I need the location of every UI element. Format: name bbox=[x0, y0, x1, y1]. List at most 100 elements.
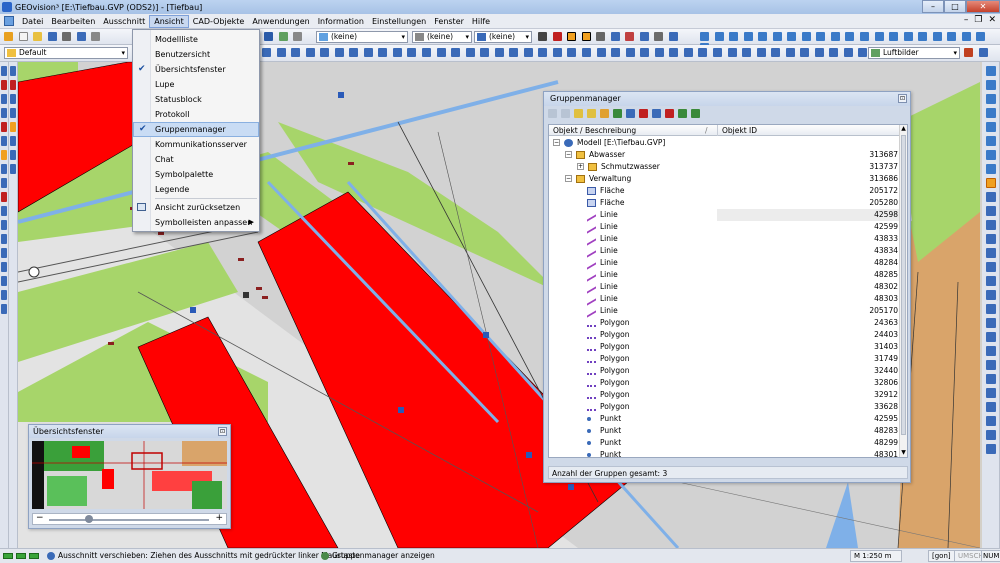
frame-icon[interactable] bbox=[567, 32, 577, 41]
cad-tool-icon[interactable] bbox=[727, 48, 737, 57]
tool-icon[interactable] bbox=[1, 262, 7, 272]
menu-cad-objekte[interactable]: CAD-Objekte bbox=[189, 16, 249, 27]
cad-tool-icon[interactable] bbox=[436, 48, 446, 57]
zoom-icon[interactable] bbox=[889, 32, 899, 41]
zoom-icon[interactable] bbox=[932, 32, 942, 41]
table-row[interactable]: Linie 48284 bbox=[549, 256, 899, 270]
tool-icon[interactable] bbox=[985, 374, 996, 384]
zoom-track[interactable] bbox=[49, 519, 209, 521]
scroll-down-icon[interactable]: ▼ bbox=[900, 449, 907, 457]
cad-tool-icon[interactable] bbox=[596, 48, 606, 57]
zoom-icon[interactable] bbox=[947, 32, 957, 41]
cad-tool-icon[interactable] bbox=[843, 48, 853, 57]
tool-icon[interactable] bbox=[1, 164, 7, 174]
group-icon[interactable] bbox=[626, 109, 635, 118]
cad-tool-icon[interactable] bbox=[291, 48, 301, 57]
line-tool-icon[interactable] bbox=[538, 32, 547, 41]
delete-icon[interactable] bbox=[552, 32, 562, 41]
overview-map[interactable] bbox=[32, 441, 227, 509]
cad-tool-icon[interactable] bbox=[552, 48, 562, 57]
tool-icon[interactable] bbox=[1, 234, 7, 244]
expand-toggle-icon[interactable]: + bbox=[577, 163, 584, 170]
folder-icon[interactable] bbox=[574, 109, 583, 118]
menu-item-statusblock[interactable]: Statusblock bbox=[133, 92, 259, 107]
tool-icon[interactable] bbox=[654, 32, 664, 41]
cad-tool-icon[interactable] bbox=[262, 48, 271, 57]
expand-toggle-icon[interactable]: − bbox=[565, 175, 572, 182]
table-row[interactable]: Linie 43833 bbox=[549, 232, 899, 246]
menu-item-modellliste[interactable]: Modellliste bbox=[133, 32, 259, 47]
tool-icon[interactable] bbox=[1, 276, 7, 286]
zoom-icon[interactable] bbox=[830, 32, 840, 41]
zoom-icon[interactable] bbox=[743, 32, 753, 41]
zoom-icon[interactable] bbox=[758, 32, 768, 41]
table-row[interactable]: Linie 48303 bbox=[549, 292, 899, 306]
tree-node[interactable]: − Abwasser 313687 bbox=[549, 149, 899, 161]
table-row[interactable]: Linie 48285 bbox=[549, 268, 899, 282]
menu-information[interactable]: Information bbox=[314, 16, 368, 27]
menu-fenster[interactable]: Fenster bbox=[430, 16, 468, 27]
tool-icon[interactable] bbox=[1, 220, 7, 230]
tool-icon[interactable] bbox=[985, 304, 996, 314]
tool-icon[interactable] bbox=[985, 234, 996, 244]
column-header-id[interactable]: Objekt ID bbox=[717, 125, 757, 136]
cad-tool-icon[interactable] bbox=[363, 48, 373, 57]
tool-icon[interactable] bbox=[985, 430, 996, 440]
menu-item-übersichtsfenster[interactable]: ✔ Übersichtsfenster bbox=[133, 62, 259, 77]
map-tool-icon[interactable] bbox=[964, 48, 973, 57]
table-row[interactable]: Polygon 32912 bbox=[549, 389, 899, 401]
tool-icon[interactable] bbox=[985, 220, 996, 230]
zoom-in-button[interactable]: + bbox=[215, 513, 223, 523]
cad-tool-icon[interactable] bbox=[509, 48, 519, 57]
table-row[interactable]: Polygon 31403 bbox=[549, 341, 899, 353]
tool-icon[interactable] bbox=[1, 178, 7, 188]
tool-icon[interactable] bbox=[10, 136, 16, 146]
cad-tool-icon[interactable] bbox=[320, 48, 330, 57]
cad-tool-icon[interactable] bbox=[698, 48, 708, 57]
zoom-icon[interactable] bbox=[976, 32, 986, 41]
group-manager-close-button[interactable]: ⊡ bbox=[898, 94, 907, 103]
tool-icon[interactable] bbox=[985, 318, 996, 328]
zoom-icon[interactable] bbox=[985, 164, 996, 174]
measure-icon[interactable] bbox=[596, 32, 606, 41]
grid-scrollbar[interactable]: ▲ ▼ bbox=[899, 125, 907, 457]
zoom-icon[interactable] bbox=[801, 32, 811, 41]
tool-icon[interactable] bbox=[985, 444, 996, 454]
menu-anwendungen[interactable]: Anwendungen bbox=[248, 16, 313, 27]
pencil-icon[interactable] bbox=[4, 32, 13, 41]
group-manager-title[interactable]: Gruppenmanager bbox=[544, 92, 910, 106]
cad-tool-icon[interactable] bbox=[378, 48, 388, 57]
cad-tool-icon[interactable] bbox=[392, 48, 402, 57]
zoom-thumb[interactable] bbox=[85, 515, 93, 523]
cad-tool-icon[interactable] bbox=[422, 48, 432, 57]
cad-tool-icon[interactable] bbox=[654, 48, 664, 57]
table-row[interactable]: Polygon 32440 bbox=[549, 365, 899, 377]
zoom-icon[interactable] bbox=[903, 32, 913, 41]
menu-item-symbolleisten-anpassen[interactable]: Symbolleisten anpassen ▶ bbox=[133, 215, 259, 230]
table-row[interactable]: Fläche 205280 bbox=[549, 197, 899, 209]
zoom-icon[interactable] bbox=[985, 122, 996, 132]
export-icon[interactable] bbox=[613, 109, 622, 118]
tool-icon[interactable] bbox=[1, 304, 7, 314]
tool-icon[interactable] bbox=[985, 360, 996, 370]
cad-tool-icon[interactable] bbox=[800, 48, 810, 57]
menu-einstellungen[interactable]: Einstellungen bbox=[368, 16, 430, 27]
table-row[interactable]: Linie 48302 bbox=[549, 280, 899, 294]
menu-item-ansicht-zurücksetzen[interactable]: Ansicht zurücksetzen bbox=[133, 200, 259, 215]
table-row[interactable]: Fläche 205172 bbox=[549, 185, 899, 197]
zoom-icon[interactable] bbox=[729, 32, 739, 41]
frame-fill-icon[interactable] bbox=[581, 32, 591, 41]
zoom-icon[interactable] bbox=[860, 32, 870, 41]
zoom-icon[interactable] bbox=[985, 94, 996, 104]
forward-icon[interactable] bbox=[561, 109, 570, 118]
zoom-icon[interactable] bbox=[845, 32, 855, 41]
cad-tool-icon[interactable] bbox=[582, 48, 592, 57]
expand-toggle-icon[interactable]: − bbox=[565, 151, 572, 158]
overview-title[interactable]: Übersichtsfenster bbox=[29, 425, 230, 438]
remove-icon[interactable] bbox=[665, 109, 674, 118]
background-combo[interactable]: Luftbilder bbox=[868, 47, 960, 59]
style-combo[interactable]: Default bbox=[4, 47, 128, 59]
maximize-button[interactable]: □ bbox=[944, 0, 966, 13]
tool-icon[interactable] bbox=[625, 32, 635, 41]
menu-datei[interactable]: Datei bbox=[18, 16, 47, 27]
